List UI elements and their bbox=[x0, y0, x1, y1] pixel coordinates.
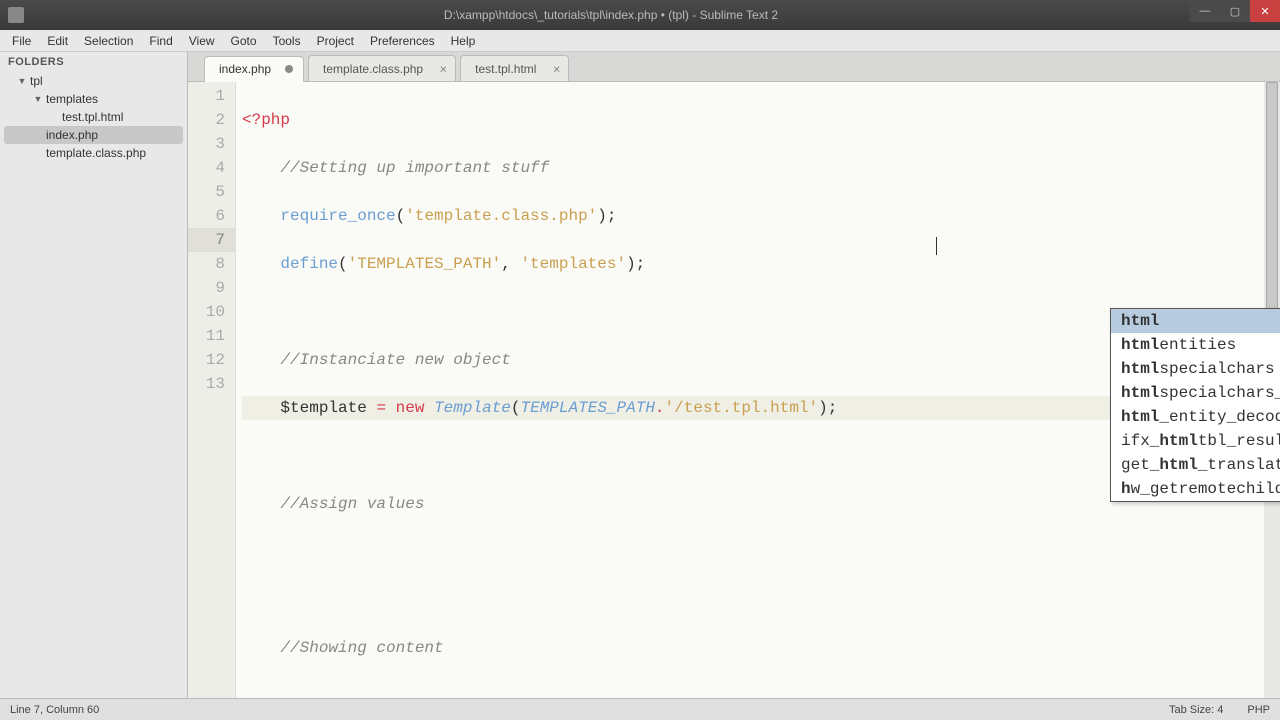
folder-tree: ▼ tpl ▼ templates test.tpl.html index.ph… bbox=[0, 72, 187, 162]
text-cursor bbox=[936, 237, 937, 255]
close-icon[interactable]: × bbox=[553, 62, 561, 75]
menu-selection[interactable]: Selection bbox=[76, 31, 141, 51]
autocomplete-popup: html html htmlentities htmlspecialchars … bbox=[1110, 308, 1280, 502]
menu-preferences[interactable]: Preferences bbox=[362, 31, 443, 51]
menu-view[interactable]: View bbox=[181, 31, 223, 51]
tree-label: test.tpl.html bbox=[60, 110, 123, 124]
menu-find[interactable]: Find bbox=[141, 31, 180, 51]
line-gutter: 1 2 3 4 5 6 7 8 9 10 11 12 13 bbox=[188, 82, 236, 698]
sidebar-header: FOLDERS bbox=[0, 52, 187, 72]
chevron-down-icon: ▼ bbox=[16, 76, 28, 86]
tree-file-index[interactable]: index.php bbox=[4, 126, 183, 144]
tab-test-tpl[interactable]: test.tpl.html × bbox=[460, 55, 569, 81]
close-button[interactable]: ✕ bbox=[1250, 0, 1280, 22]
autocomplete-item[interactable]: htmlentities bbox=[1111, 333, 1280, 357]
autocomplete-item[interactable]: htmlspecialchars_decode bbox=[1111, 381, 1280, 405]
tab-index[interactable]: index.php bbox=[204, 56, 304, 82]
window-title: D:\xampp\htdocs\_tutorials\tpl\index.php… bbox=[32, 8, 1190, 22]
menu-tools[interactable]: Tools bbox=[265, 31, 309, 51]
tab-label: test.tpl.html bbox=[475, 62, 536, 76]
autocomplete-item[interactable]: html_entity_decode bbox=[1111, 405, 1280, 429]
tab-label: template.class.php bbox=[323, 62, 423, 76]
close-icon[interactable]: × bbox=[440, 62, 448, 75]
main-area: FOLDERS ▼ tpl ▼ templates test.tpl.html … bbox=[0, 52, 1280, 698]
sidebar: FOLDERS ▼ tpl ▼ templates test.tpl.html … bbox=[0, 52, 188, 698]
minimize-button[interactable]: — bbox=[1190, 0, 1220, 22]
chevron-down-icon: ▼ bbox=[32, 94, 44, 104]
title-bar: D:\xampp\htdocs\_tutorials\tpl\index.php… bbox=[0, 0, 1280, 30]
tree-label: tpl bbox=[28, 74, 43, 88]
tree-label: index.php bbox=[44, 128, 98, 142]
status-position: Line 7, Column 60 bbox=[10, 704, 99, 716]
autocomplete-item[interactable]: hw_getremotechildren bbox=[1111, 477, 1280, 501]
tab-bar: index.php template.class.php × test.tpl.… bbox=[188, 52, 1280, 82]
tab-label: index.php bbox=[219, 62, 271, 76]
tab-template-class[interactable]: template.class.php × bbox=[308, 55, 456, 81]
menu-goto[interactable]: Goto bbox=[223, 31, 265, 51]
autocomplete-item[interactable]: htmlspecialchars bbox=[1111, 357, 1280, 381]
autocomplete-item[interactable]: ifx_htmltbl_result bbox=[1111, 429, 1280, 453]
autocomplete-item[interactable]: html html bbox=[1111, 309, 1280, 333]
menu-bar: File Edit Selection Find View Goto Tools… bbox=[0, 30, 1280, 52]
editor-area: index.php template.class.php × test.tpl.… bbox=[188, 52, 1280, 698]
status-tab-size[interactable]: Tab Size: 4 bbox=[1169, 704, 1223, 716]
window-controls: — ▢ ✕ bbox=[1190, 0, 1280, 30]
tree-folder-templates[interactable]: ▼ templates bbox=[4, 90, 183, 108]
tree-label: template.class.php bbox=[44, 146, 146, 160]
dirty-indicator-icon bbox=[285, 65, 293, 73]
tree-label: templates bbox=[44, 92, 98, 106]
menu-file[interactable]: File bbox=[4, 31, 39, 51]
status-bar: Line 7, Column 60 Tab Size: 4 PHP bbox=[0, 698, 1280, 720]
menu-project[interactable]: Project bbox=[309, 31, 362, 51]
menu-help[interactable]: Help bbox=[443, 31, 484, 51]
app-icon bbox=[8, 7, 24, 23]
autocomplete-item[interactable]: get_html_translat…table bbox=[1111, 453, 1280, 477]
status-language[interactable]: PHP bbox=[1247, 704, 1270, 716]
menu-edit[interactable]: Edit bbox=[39, 31, 76, 51]
tree-folder-tpl[interactable]: ▼ tpl bbox=[4, 72, 183, 90]
tree-file-template-class[interactable]: template.class.php bbox=[4, 144, 183, 162]
tree-file-test[interactable]: test.tpl.html bbox=[4, 108, 183, 126]
maximize-button[interactable]: ▢ bbox=[1220, 0, 1250, 22]
